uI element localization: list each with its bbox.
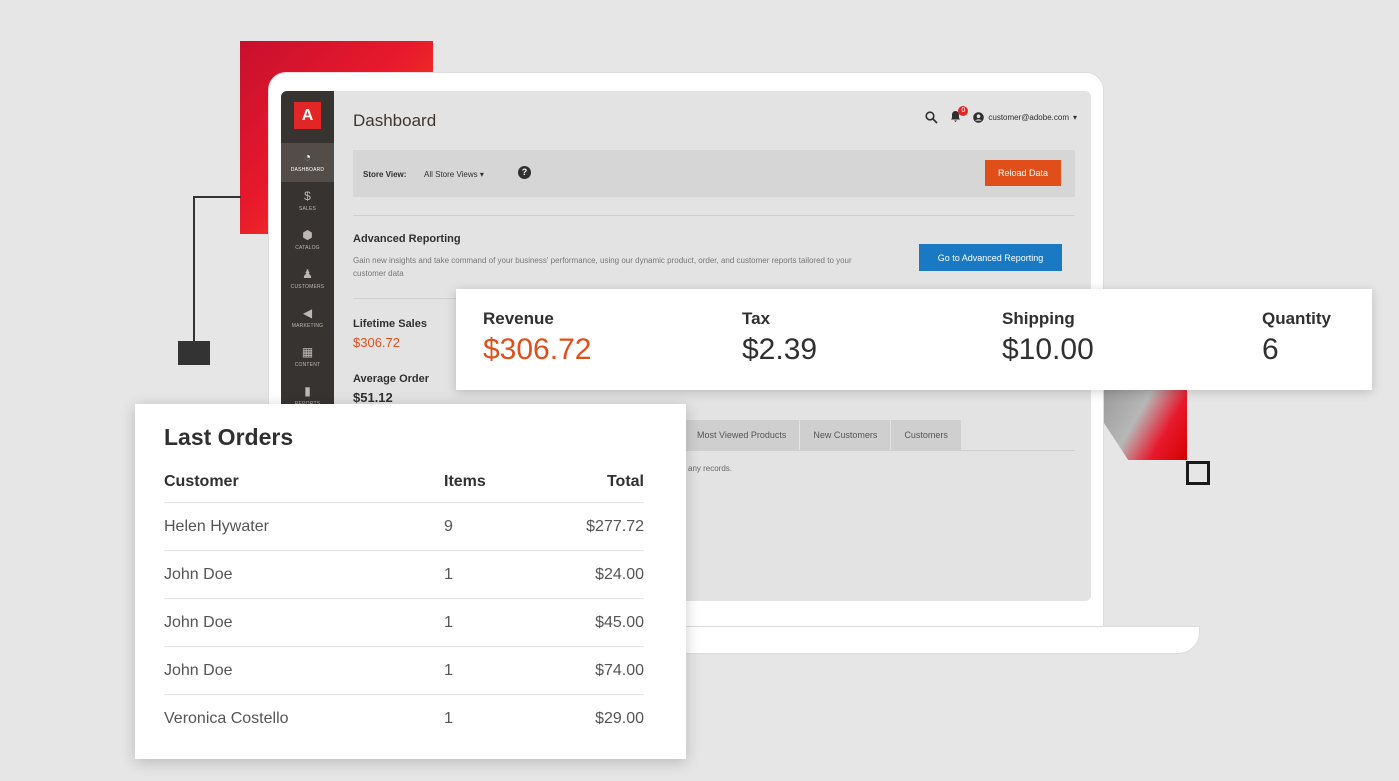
tab-customers[interactable]: Customers [891,420,962,450]
average-order-value: $51.12 [353,390,393,405]
sidebar-item-label: CONTENT [294,362,321,368]
order-customer: Veronica Costello [164,709,289,727]
person-icon: ♟ [302,267,313,281]
metric-revenue: Revenue $306.72 [483,309,591,367]
store-view-select[interactable]: All Store Views ▾ [424,170,484,179]
notification-count-badge: 0 [958,106,969,116]
metric-value: $10.00 [1002,333,1094,366]
metric-label: Revenue [483,309,554,328]
sidebar-item-label: DASHBOARD [290,167,325,173]
reload-data-button[interactable]: Reload Data [985,160,1061,186]
order-customer: John Doe [164,598,444,647]
order-items: 1 [444,598,564,647]
adobe-logo-icon[interactable]: A [294,102,321,129]
table-row[interactable]: Veronica Costello 1 $29.00 [164,695,644,743]
dollar-icon: $ [304,189,311,203]
metric-value: $2.39 [742,333,818,366]
metric-label: Shipping [1002,309,1075,328]
decorative-red-shape [1103,390,1187,460]
tab-most-viewed-products[interactable]: Most Viewed Products [684,420,801,450]
divider [353,298,456,299]
order-items: 1 [444,709,453,727]
chevron-down-icon: ▾ [479,170,484,179]
order-total: $74.00 [564,646,644,695]
metric-value: 6 [1262,333,1279,366]
account-menu[interactable]: customer@adobe.com ▾ [973,111,1077,123]
metric-quantity: Quantity 6 [1262,309,1331,367]
sidebar-item-label: CUSTOMERS [290,284,325,290]
order-items: 1 [444,550,564,599]
sidebar-item-catalog[interactable]: ⬢ CATALOG [281,221,334,260]
tab-new-customers[interactable]: New Customers [800,420,892,450]
order-total: $24.00 [564,550,644,599]
metrics-card: Revenue $306.72 Tax $2.39 Shipping $10.0… [456,289,1372,390]
sidebar-item-label: SALES [298,206,317,212]
decorative-dark-block [178,341,210,365]
column-header-total: Total [564,462,644,503]
column-header-customer: Customer [164,462,444,503]
order-total: $29.00 [595,709,644,727]
advanced-reporting-title: Advanced Reporting [353,233,461,245]
metric-tax: Tax $2.39 [742,309,817,367]
sidebar-item-customers[interactable]: ♟ CUSTOMERS [281,260,334,299]
sidebar-item-label: MARKETING [291,323,324,329]
sidebar-item-marketing[interactable]: ◀ MARKETING [281,299,334,338]
sidebar-item-sales[interactable]: $ SALES [281,182,334,221]
decorative-line [193,196,241,198]
metric-value: $306.72 [483,333,592,366]
sidebar-item-content[interactable]: ▦ CONTENT [281,338,334,377]
tab-underline [684,450,1075,451]
divider [353,215,1075,216]
sidebar-item-label: CATALOG [295,245,320,251]
lifetime-sales-value: $306.72 [353,335,400,350]
order-items: 9 [444,502,564,551]
megaphone-icon: ◀ [302,306,313,320]
help-icon[interactable]: ? [518,166,531,179]
dashboard-tabs: Most Viewed Products New Customers Custo… [684,420,962,450]
store-view-value: All Store Views [424,170,478,179]
no-records-message: any records. [688,464,733,473]
order-customer: John Doe [164,646,444,695]
metric-label: Quantity [1262,309,1331,328]
store-view-label: Store View: [363,170,407,179]
advanced-reporting-button[interactable]: Go to Advanced Reporting [919,244,1062,271]
user-email: customer@adobe.com [988,112,1069,122]
column-header-items: Items [444,462,564,503]
lifetime-sales-label: Lifetime Sales [353,318,427,330]
order-total: $45.00 [564,598,644,647]
speedometer-icon: ◔ [303,150,312,164]
page-title: Dashboard [353,111,437,130]
decorative-outline-square [1186,461,1210,485]
layout-icon: ▦ [301,345,314,359]
average-order-label: Average Order [353,373,430,385]
order-items: 1 [444,646,564,695]
decorative-line [193,196,195,342]
table-row[interactable]: John Doe 1 $45.00 [164,598,644,647]
order-customer: John Doe [164,550,444,599]
notifications-bell-icon[interactable]: 0 [950,106,969,124]
store-view-bar: Store View: All Store Views ▾ ? Reload D… [353,150,1075,197]
table-row[interactable]: John Doe 1 $74.00 [164,646,644,695]
cube-icon: ⬢ [302,228,313,242]
table-row[interactable]: John Doe 1 $24.00 [164,550,644,599]
search-icon[interactable] [925,110,939,124]
order-total: $277.72 [564,502,644,551]
metric-label: Tax [742,309,771,328]
user-icon [973,111,985,123]
last-orders-card: Last Orders Customer Items Total Helen H… [135,404,686,759]
advanced-reporting-description: Gain new insights and take command of yo… [353,256,852,278]
sidebar-item-dashboard[interactable]: ◔ DASHBOARD [281,143,334,182]
chevron-down-icon: ▾ [1072,112,1077,122]
last-orders-title: Last Orders [164,424,294,450]
table-row[interactable]: Helen Hywater 9 $277.72 [164,502,644,551]
last-orders-table: Customer Items Total Helen Hywater 9 $27… [164,462,644,742]
table-header-row: Customer Items Total [164,462,644,503]
bar-chart-icon: ▮ [304,384,311,398]
header-actions: 0 customer@adobe.com ▾ [925,106,1077,124]
metric-shipping: Shipping $10.00 [1002,309,1094,367]
order-customer: Helen Hywater [164,502,444,551]
